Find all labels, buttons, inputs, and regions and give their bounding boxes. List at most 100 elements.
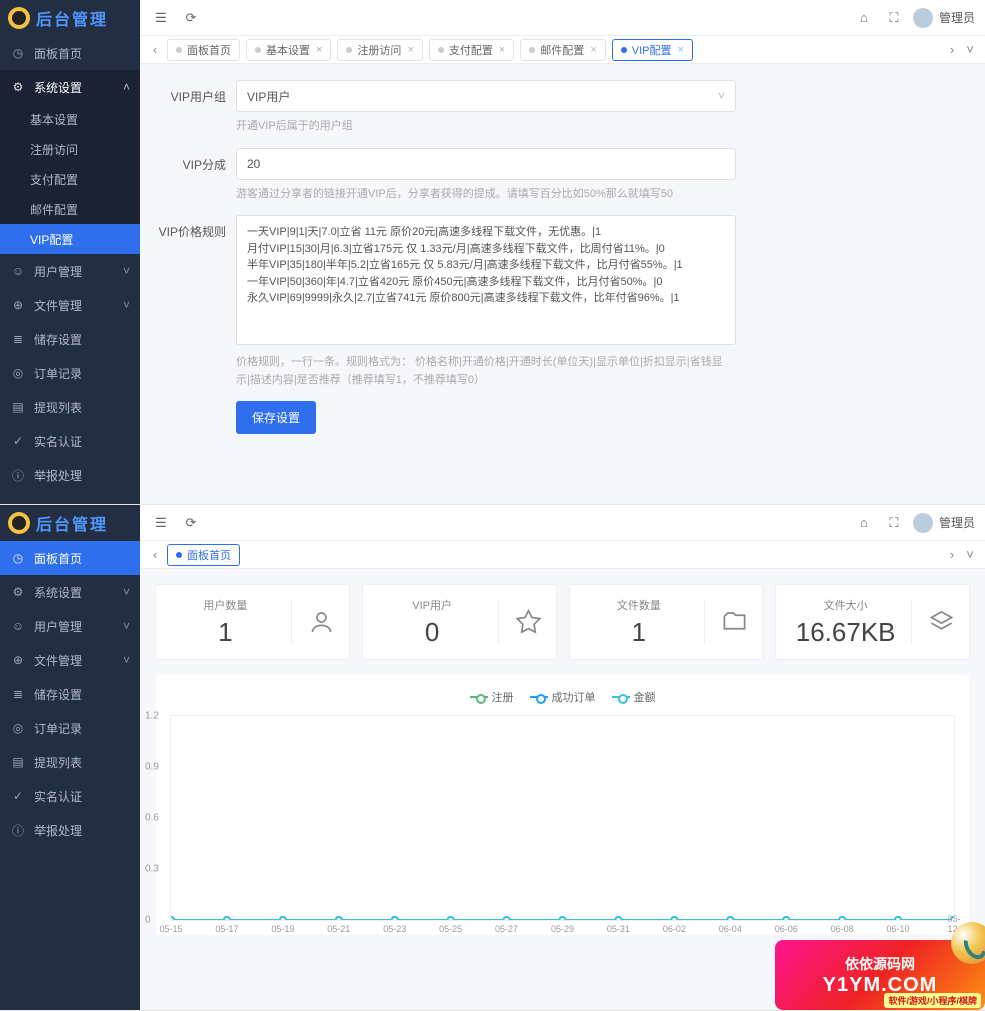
nav-home[interactable]: ◷面板首页	[0, 36, 140, 70]
tabs-menu-button[interactable]: ˅	[961, 42, 979, 57]
tab-pay[interactable]: 支付配置×	[429, 39, 514, 61]
stats-row: 用户数量1 VIP用户0 文件数量1 文件大小16.67KB	[156, 585, 969, 659]
tab-vip[interactable]: VIP配置×	[612, 39, 693, 61]
topbar: ☰ ⟳ ⌂ ⛶ 管理员	[140, 0, 985, 36]
tabs-right-button[interactable]: ›	[943, 547, 961, 562]
collapse-sidebar-button[interactable]: ☰	[150, 512, 172, 534]
user-menu[interactable]: 管理员	[913, 8, 975, 28]
nav-sys[interactable]: ⚙系统设置˄	[0, 70, 140, 104]
close-icon[interactable]: ×	[316, 44, 322, 56]
sidebar-bottom: 后台管理 ◷面板首页 ⚙系统设置˅ ☺用户管理˅ ⊕文件管理˅ ≣储存设置 ◎订…	[0, 505, 140, 1010]
logo-icon	[8, 7, 30, 29]
nav-withdraw[interactable]: ▤提现列表	[0, 390, 140, 424]
group-select[interactable]: VIP用户˅	[236, 80, 736, 112]
chart-panel: 注册 成功订单 金额 00.30.60.91.205-1505-1705-190…	[156, 675, 969, 935]
nav-sys-register[interactable]: 注册访问	[0, 134, 140, 164]
user-menu[interactable]: 管理员	[913, 513, 975, 533]
legend-register[interactable]: 注册	[470, 689, 514, 705]
info-icon: ⓘ	[10, 822, 26, 839]
globe-icon: ⊕	[10, 653, 26, 667]
check-icon: ✓	[10, 789, 26, 803]
nav-bottom: ◷面板首页 ⚙系统设置˅ ☺用户管理˅ ⊕文件管理˅ ≣储存设置 ◎订单记录 ▤…	[0, 541, 140, 1010]
tabs-left-button[interactable]: ‹	[146, 42, 164, 57]
share-help: 游客通过分享者的链接开通VIP后，分享者获得的提成。请填写百分比如50%那么就填…	[236, 186, 736, 204]
nav-users[interactable]: ☺用户管理˅	[0, 254, 140, 288]
collapse-sidebar-button[interactable]: ☰	[150, 7, 172, 29]
nav-report[interactable]: ⓘ举报处理	[0, 458, 140, 492]
brand-text: 后台管理	[36, 6, 108, 30]
chevron-down-icon: ˅	[123, 585, 130, 599]
nav-files[interactable]: ⊕文件管理˅	[0, 643, 140, 677]
chart-plot[interactable]: 00.30.60.91.205-1505-1705-1905-2105-2305…	[170, 715, 955, 921]
nav-sys-mail[interactable]: 邮件配置	[0, 194, 140, 224]
tabsbar: ‹ 面板首页 › ˅	[140, 541, 985, 569]
logo-icon	[8, 512, 30, 534]
tab-basic[interactable]: 基本设置×	[246, 39, 331, 61]
folder-icon	[704, 600, 748, 644]
nav-files[interactable]: ⊕文件管理˅	[0, 288, 140, 322]
rule-help: 价格规则，一行一条。规则格式为： 价格名称|开通价格|开通时长(单位天)|显示单…	[236, 354, 736, 389]
target-icon: ◎	[10, 721, 26, 735]
nav-orders[interactable]: ◎订单记录	[0, 711, 140, 745]
nav-storage[interactable]: ≣储存设置	[0, 322, 140, 356]
nav-sys-vip[interactable]: VIP配置	[0, 224, 140, 254]
nav-orders[interactable]: ◎订单记录	[0, 356, 140, 390]
nav-storage[interactable]: ≣储存设置	[0, 677, 140, 711]
nav-sys[interactable]: ⚙系统设置˅	[0, 575, 140, 609]
share-input[interactable]	[236, 148, 736, 180]
fullscreen-button[interactable]: ⛶	[883, 512, 905, 534]
tabs-right-button[interactable]: ›	[943, 42, 961, 57]
globe-icon: ⊕	[10, 298, 26, 312]
group-help: 开通VIP后属于的用户组	[236, 118, 736, 136]
brand-text: 后台管理	[36, 511, 108, 535]
nav-withdraw[interactable]: ▤提现列表	[0, 745, 140, 779]
close-icon[interactable]: ×	[407, 44, 413, 56]
gear-icon: ⚙	[10, 585, 26, 599]
nav-users[interactable]: ☺用户管理˅	[0, 609, 140, 643]
tab-home[interactable]: 面板首页	[167, 544, 240, 566]
fullscreen-button[interactable]: ⛶	[883, 7, 905, 29]
layers-icon	[911, 600, 955, 644]
watermark: 依依源码网 Y1YM.COM 软件/游戏/小程序/棋牌	[775, 940, 985, 1010]
nav-report[interactable]: ⓘ举报处理	[0, 813, 140, 847]
nav-realname[interactable]: ✓实名认证	[0, 779, 140, 813]
nav-sys-basic[interactable]: 基本设置	[0, 104, 140, 134]
info-icon: ⓘ	[10, 467, 26, 484]
stack-icon: ≣	[10, 687, 26, 701]
refresh-button[interactable]: ⟳	[180, 512, 202, 534]
tab-register[interactable]: 注册访问×	[337, 39, 422, 61]
group-label: VIP用户组	[156, 80, 236, 136]
star-icon	[498, 600, 542, 644]
dashboard-icon: ◷	[10, 46, 26, 60]
refresh-button[interactable]: ⟳	[180, 7, 202, 29]
nav-home[interactable]: ◷面板首页	[0, 541, 140, 575]
close-icon[interactable]: ×	[590, 44, 596, 56]
legend-orders[interactable]: 成功订单	[530, 689, 596, 705]
logo: 后台管理	[0, 0, 140, 36]
dashboard-icon: ◷	[10, 551, 26, 565]
chevron-down-icon: ˅	[718, 89, 725, 103]
close-icon[interactable]: ×	[677, 44, 683, 56]
nav-sys-sub: 基本设置 注册访问 支付配置 邮件配置 VIP配置	[0, 104, 140, 254]
nav-sys-pay[interactable]: 支付配置	[0, 164, 140, 194]
legend-amount[interactable]: 金额	[612, 689, 656, 705]
stat-files: 文件数量1	[570, 585, 763, 659]
close-icon[interactable]: ×	[499, 44, 505, 56]
home-button[interactable]: ⌂	[853, 7, 875, 29]
tabs-menu-button[interactable]: ˅	[961, 547, 979, 562]
tab-mail[interactable]: 邮件配置×	[520, 39, 605, 61]
share-label: VIP分成	[156, 148, 236, 204]
rule-label: VIP价格规则	[156, 215, 236, 389]
avatar-icon	[913, 8, 933, 28]
chevron-down-icon: ˅	[123, 264, 130, 278]
save-button[interactable]: 保存设置	[236, 401, 316, 434]
chevron-down-icon: ˅	[123, 653, 130, 667]
nav-realname[interactable]: ✓实名认证	[0, 424, 140, 458]
home-button[interactable]: ⌂	[853, 512, 875, 534]
stat-vip: VIP用户0	[363, 585, 556, 659]
tab-home[interactable]: 面板首页	[167, 39, 240, 61]
chevron-down-icon: ˅	[123, 298, 130, 312]
tabs-left-button[interactable]: ‹	[146, 547, 164, 562]
rule-textarea[interactable]	[236, 215, 736, 345]
chart-legend: 注册 成功订单 金额	[170, 689, 955, 705]
